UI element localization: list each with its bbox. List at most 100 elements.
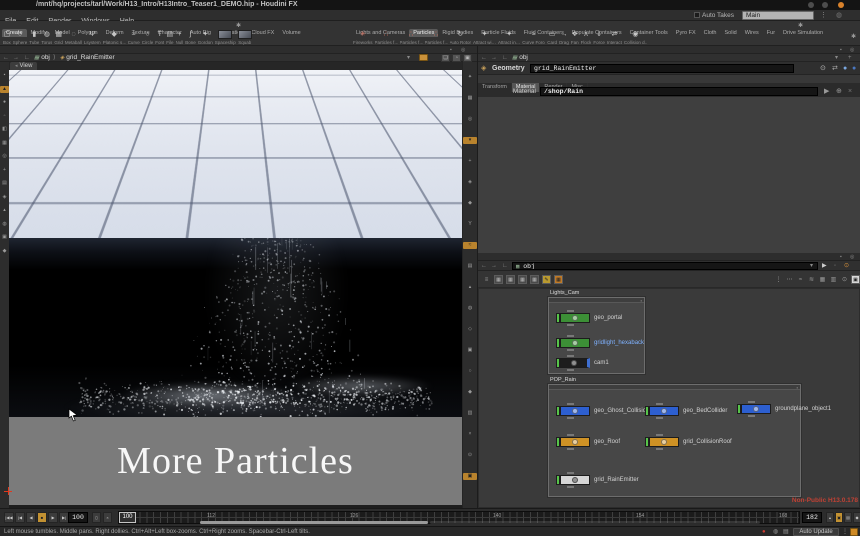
close-icon[interactable] <box>838 2 844 8</box>
end-frame-field[interactable]: 182 <box>802 512 822 523</box>
node-body[interactable] <box>560 475 590 485</box>
right-toolbar-icon[interactable]: ✦ <box>463 74 477 81</box>
node-body[interactable] <box>741 404 771 414</box>
shelf-tool-grid[interactable]: ▦Grid <box>54 30 63 45</box>
shelf-tab-fur[interactable]: Fur <box>763 29 779 37</box>
parent-icon[interactable]: ∟ <box>24 54 30 62</box>
shelf-tool-gordon[interactable]: ✦Gordon <box>198 30 213 45</box>
take-menu-icon[interactable]: ⋮ <box>820 11 827 20</box>
link-icon[interactable]: ⇄ <box>832 64 838 73</box>
left-toolbar-icon[interactable]: ▫ <box>0 113 9 120</box>
update-menu-icon[interactable]: ⋮ <box>842 528 848 536</box>
message-log-icon[interactable]: ◍ <box>773 528 778 536</box>
gear-icon[interactable]: ✱ <box>236 22 241 29</box>
right-toolbar-icon[interactable]: × <box>463 431 477 438</box>
network-node-geo_ghost_collision[interactable]: geo_Ghost_Collision <box>556 406 649 416</box>
shelf-tool-drag[interactable]: →Drag <box>559 30 569 45</box>
node-jump-icon[interactable]: ⊕ <box>836 87 842 96</box>
shelf-tool-force[interactable]: ⇓Force <box>593 30 605 45</box>
auto-takes-checkbox[interactable] <box>694 12 700 18</box>
shelf-tool-particles-f-[interactable]: ∴Particles f… <box>425 30 448 45</box>
network-tool-icon[interactable]: ▦ <box>494 275 503 284</box>
help-context-icon[interactable]: ◍ <box>836 11 842 20</box>
right-toolbar-icon[interactable]: ◍ <box>463 305 477 312</box>
network-view-icon[interactable]: ⊙ <box>840 275 849 284</box>
breadcrumb-root[interactable]: ▦obj <box>34 54 50 62</box>
shelf-tool-particles-f-[interactable]: ∴Particles f… <box>400 30 423 45</box>
viewport-3d-scene[interactable] <box>9 70 462 417</box>
right-toolbar-icon[interactable]: ◆ <box>463 200 477 207</box>
pane-maximize-icon[interactable]: ▪ <box>840 253 842 261</box>
breadcrumb-root[interactable]: ▦obj <box>512 54 528 62</box>
shelf-tool-card[interactable]: ▭Card <box>547 30 557 45</box>
network-tool-icon[interactable]: ▦ <box>518 275 527 284</box>
left-toolbar-icon[interactable]: ◍ <box>0 221 9 228</box>
network-path-input[interactable]: ▦ obj <box>512 262 818 270</box>
shelf-tool-font[interactable]: TFont <box>155 30 164 45</box>
left-toolbar-icon[interactable]: ▣ <box>0 234 9 241</box>
memory-icon[interactable]: ▤ <box>783 528 789 536</box>
network-box-header[interactable]: ▪ <box>549 385 800 390</box>
gear-icon[interactable]: ✱ <box>798 22 803 29</box>
shelf-tab-volume[interactable]: Volume <box>278 29 304 37</box>
forward-arrow-icon[interactable]: → <box>491 54 497 62</box>
network-tool-icon[interactable]: ≡ <box>482 275 491 284</box>
left-toolbar-icon[interactable]: ● <box>0 99 9 106</box>
transport-prev-frame-button[interactable]: |◀ <box>15 512 25 523</box>
playbar-option-icon[interactable]: ◆ <box>853 512 860 523</box>
network-tool-icon[interactable]: ▦ <box>530 275 539 284</box>
right-toolbar-icon[interactable]: + <box>463 158 477 165</box>
network-node-groundplane_object1[interactable]: groundplane_object1 <box>737 404 831 414</box>
right-toolbar-icon[interactable]: ▣ <box>463 473 477 480</box>
shelf-tool-interact[interactable]: ⇄Interact <box>607 30 622 45</box>
magnifier-icon[interactable]: ⊙ <box>844 262 849 270</box>
right-toolbar-icon[interactable]: ◆ <box>463 389 477 396</box>
shelf-tool-sphere[interactable]: ○Sphere <box>13 30 28 45</box>
render-clapper-icon[interactable] <box>850 528 858 536</box>
range-limit-icon[interactable]: ▯ <box>92 512 101 523</box>
right-toolbar-icon[interactable]: ▴ <box>463 284 477 291</box>
shelf-tool-tube[interactable]: ▮Tube <box>29 30 39 45</box>
magnifier-icon[interactable]: ⊙ <box>820 64 826 73</box>
open-chooser-icon[interactable]: ▶ <box>824 87 829 96</box>
play-hooks-icon[interactable]: ▶ <box>822 262 827 270</box>
network-tool-icon[interactable]: ✎ <box>542 275 551 284</box>
pane-maximize-icon[interactable]: ▪ <box>840 46 842 54</box>
shelf-tool-box[interactable]: ▢Box <box>3 30 11 45</box>
network-view-icon[interactable]: ≈ <box>796 275 805 284</box>
shelf-tool-particles-f-[interactable]: ∴Particles f… <box>375 30 398 45</box>
clear-icon[interactable]: × <box>848 87 852 96</box>
node-body[interactable] <box>560 313 590 323</box>
shelf-tool-collision-d-[interactable]: ◉Collision d… <box>624 30 647 45</box>
shelf-tool-metaball[interactable]: ◌Metaball <box>65 30 82 45</box>
network-view-icon[interactable]: ≋ <box>807 275 816 284</box>
pin-icon[interactable]: + <box>848 54 852 62</box>
shelf-tab-drive-simulation[interactable]: Drive Simulation <box>779 29 827 37</box>
breadcrumb-node[interactable]: ◈grid_RainEmitter <box>60 54 115 62</box>
node-body[interactable] <box>560 437 590 447</box>
shelf-tool-auto-rotor[interactable]: ↻Auto Rotor <box>450 30 472 45</box>
left-toolbar-icon[interactable]: ▦ <box>0 140 9 147</box>
range-lock-icon[interactable]: × <box>103 512 112 523</box>
shelf-tool-curve[interactable]: ≈Curve <box>128 30 140 45</box>
shelf-tool-fan[interactable]: ❖Fan <box>571 30 579 45</box>
parent-icon[interactable]: ∟ <box>502 262 508 270</box>
playbar-option-icon[interactable]: ▤ <box>844 512 852 523</box>
right-toolbar-icon[interactable]: ◈ <box>463 179 477 186</box>
playbar-option-icon[interactable]: ▴ <box>826 512 834 523</box>
snapshot-icon[interactable]: ❏ <box>441 54 450 62</box>
left-toolbar-icon[interactable]: ▪ <box>0 72 9 79</box>
node-body[interactable] <box>649 406 679 416</box>
node-body[interactable] <box>560 406 590 416</box>
transport-play-back-button[interactable]: ◀ <box>26 512 36 523</box>
node-body[interactable] <box>560 338 590 348</box>
left-toolbar-icon[interactable]: ◈ <box>0 194 9 201</box>
tab-view[interactable]: ◂View <box>10 62 37 70</box>
shelf-tab-cloth[interactable]: Cloth <box>700 29 721 37</box>
pane-maximize-icon[interactable]: ▪ <box>450 46 452 54</box>
left-toolbar-icon[interactable]: ▤ <box>0 180 9 187</box>
shelf-tool-lsystem[interactable]: ΨLsystem <box>84 30 101 45</box>
shelf-tool-squab[interactable]: Squab <box>238 30 252 45</box>
render-flipbook-icon[interactable]: ▣ <box>463 54 472 62</box>
network-node-grid_collisionroof[interactable]: grid_CollisionRoof <box>645 437 732 447</box>
